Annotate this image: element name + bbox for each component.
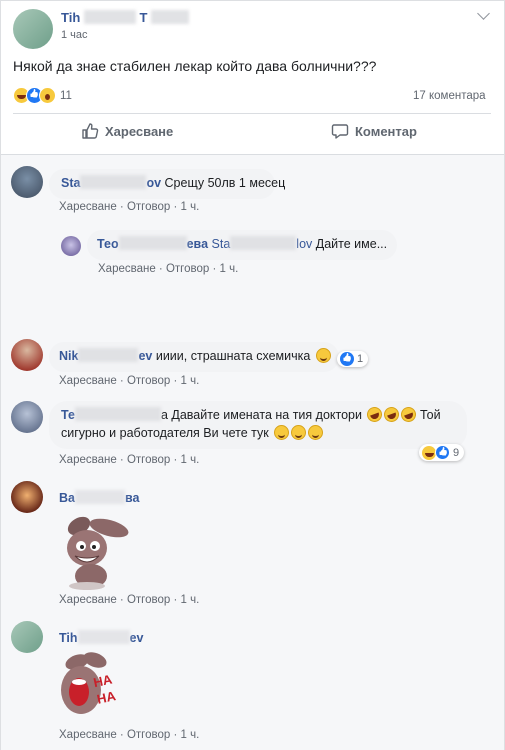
post-text: Някой да знае стабилен лекар който дава … <box>13 58 377 74</box>
commenter-name-row: Tih ev <box>59 630 144 645</box>
comment-time[interactable]: 1 ч. <box>181 201 200 213</box>
post-comments-count[interactable]: 17 коментара <box>413 90 486 102</box>
grin-emoji-icon <box>315 348 331 363</box>
reply-time[interactable]: 1 ч. <box>220 263 239 275</box>
thumbs-up-icon <box>82 123 99 139</box>
comment-text-line2: сигурно и работодателя Ви чете тук <box>61 426 269 440</box>
comment-like-link[interactable]: Харесване <box>59 594 117 606</box>
commenter-name[interactable]: Те <box>61 408 75 422</box>
comment-like-link[interactable]: Харесване <box>59 454 117 466</box>
reply-bubble: Тео ева Sta lov Дайте име... <box>87 230 397 260</box>
laughing-emoji-icon <box>399 404 419 425</box>
commenter-name[interactable]: Nik <box>59 349 78 363</box>
comment-bubble: Sta ov Срещу 50лв 1 месец <box>49 169 285 199</box>
wow-reaction-icon <box>39 87 56 104</box>
comment-button[interactable]: Коментар <box>331 122 417 140</box>
grin-emoji-icon <box>274 425 290 440</box>
reply-reply-link[interactable]: Отговор <box>166 263 209 275</box>
chevron-down-icon[interactable] <box>477 7 490 20</box>
reply-avatar[interactable] <box>61 236 81 256</box>
comment-bubble: Те а Давайте имената на тия доктори Той с… <box>49 401 467 449</box>
post-reaction-count: 11 <box>60 89 72 102</box>
sticker-bunny-icon <box>67 516 129 590</box>
commenter-name[interactable]: Sta <box>61 176 80 190</box>
haha-reaction-icon <box>422 445 436 460</box>
comment-reaction-count[interactable]: 1 <box>337 351 369 367</box>
comment-avatar[interactable] <box>11 339 43 371</box>
comment-meta: Харесване · Отговор · 1 ч. <box>59 375 200 387</box>
comment-meta: Харесване · Отговор · 1 ч. <box>59 454 200 466</box>
comment-time[interactable]: 1 ч. <box>181 375 200 387</box>
post-card: Tih T 1 час Някой да знае стабилен лекар… <box>0 0 505 750</box>
comment-reply-link[interactable]: Отговор <box>127 594 170 606</box>
comment-avatar[interactable] <box>11 166 43 198</box>
post-reactions[interactable]: 11 <box>13 87 72 104</box>
comment-meta: Харесване · Отговор · 1 ч. <box>59 729 200 741</box>
comment-bubble: Nik ev ииии, страшната схемичка <box>49 342 339 372</box>
grin-emoji-icon <box>308 425 324 440</box>
comment-meta: Харесване · Отговор · 1 ч. <box>59 201 200 213</box>
comment-reply-link[interactable]: Отговор <box>127 454 170 466</box>
comment-avatar[interactable] <box>11 401 43 433</box>
reply-like-link[interactable]: Харесване <box>98 263 156 275</box>
grin-emoji-icon <box>291 425 307 440</box>
like-button[interactable]: Харесване <box>81 122 173 140</box>
comment-like-link[interactable]: Харесване <box>59 201 117 213</box>
laughing-emoji-icon <box>365 404 385 425</box>
comment-meta: Харесване · Отговор · 1 ч. <box>59 594 200 606</box>
mentioned-name[interactable]: Sta <box>212 237 231 251</box>
like-reaction-icon <box>435 445 450 460</box>
comment-time[interactable]: 1 ч. <box>181 594 200 606</box>
comment-like-link[interactable]: Харесване <box>59 375 117 387</box>
comment-like-link[interactable]: Харесване <box>59 729 117 741</box>
replier-name[interactable]: Тео <box>97 237 119 251</box>
comment-time[interactable]: 1 ч. <box>181 454 200 466</box>
post-author-avatar[interactable] <box>13 9 53 49</box>
commenter-name[interactable]: Tih <box>59 631 78 645</box>
post-author-name[interactable]: Tih T <box>61 10 190 25</box>
comment-reply-link[interactable]: Отговор <box>127 375 170 387</box>
comment-reply-link[interactable]: Отговор <box>127 729 170 741</box>
like-reaction-icon <box>340 352 354 366</box>
comment-text-line1: а Давайте имената на тия доктори <box>160 408 362 422</box>
post-time[interactable]: 1 час <box>61 29 88 41</box>
comment-reaction-count[interactable]: 9 <box>419 444 465 461</box>
divider <box>13 113 491 114</box>
speech-bubble-icon <box>331 124 349 139</box>
commenter-name[interactable]: Ва <box>59 491 75 505</box>
reply-meta: Харесване · Отговор · 1 ч. <box>98 263 239 275</box>
comment-text: ииии, страшната схемичка <box>155 349 311 363</box>
reply-text: Дайте име... <box>315 237 388 251</box>
comment-avatar[interactable] <box>11 481 43 513</box>
comment-avatar[interactable] <box>11 621 43 653</box>
comment-reply-link[interactable]: Отговор <box>127 201 170 213</box>
comment-text: Срещу 50лв 1 месец <box>164 176 286 190</box>
commenter-name-row: Ва ва <box>59 490 140 505</box>
laughing-emoji-icon <box>382 404 402 425</box>
comment-time[interactable]: 1 ч. <box>181 729 200 741</box>
